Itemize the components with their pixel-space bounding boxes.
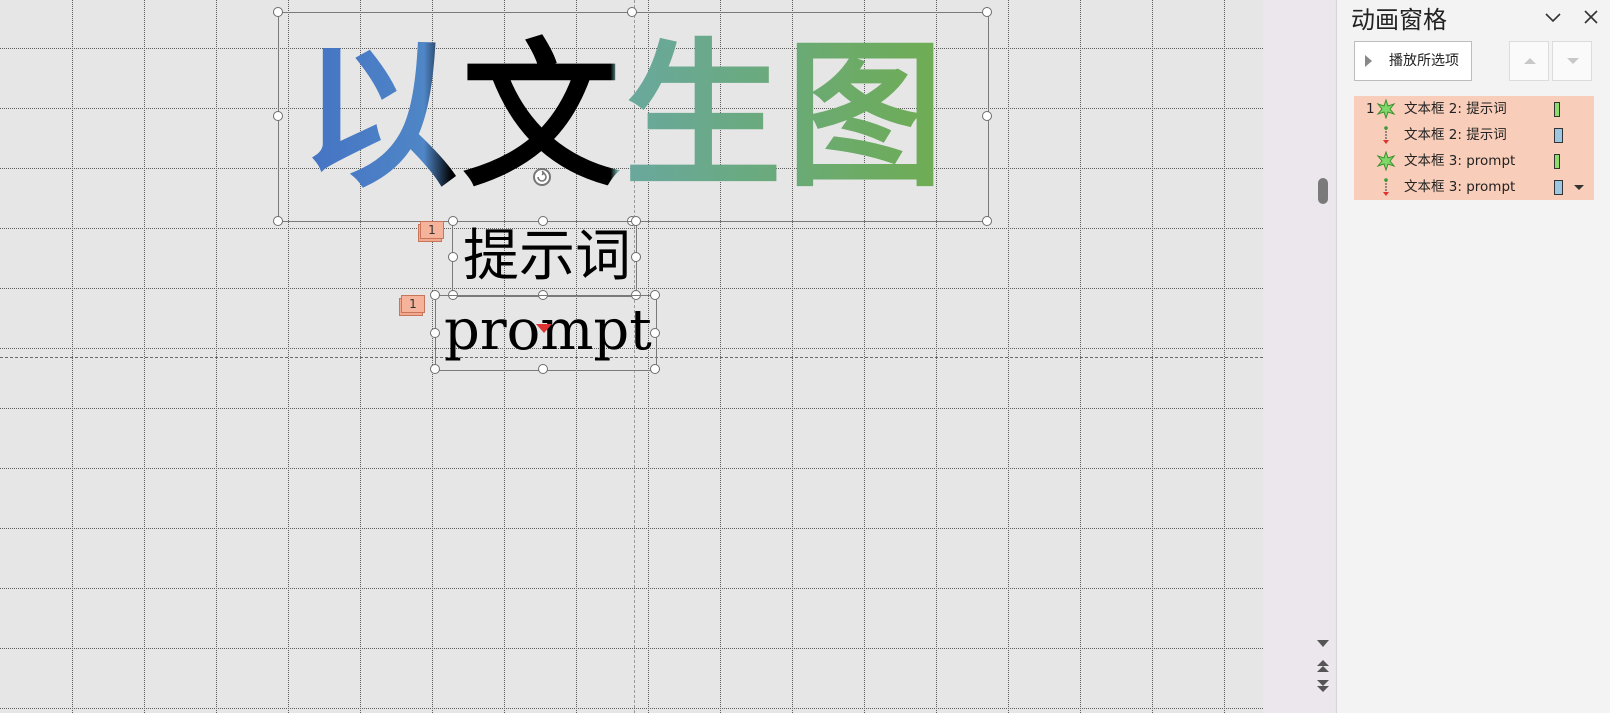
next-slide-icon[interactable] xyxy=(1317,680,1329,692)
grid-line-horizontal xyxy=(0,708,1263,709)
animation-item[interactable]: 文本框 3: prompt xyxy=(1354,174,1594,200)
grid-line-horizontal xyxy=(0,588,1263,589)
resize-handle[interactable] xyxy=(430,290,440,300)
resize-handle[interactable] xyxy=(430,328,440,338)
animation-sequence-tag[interactable]: 1 xyxy=(401,295,425,313)
previous-slide-icon[interactable] xyxy=(1317,660,1329,672)
grid-line-horizontal xyxy=(0,408,1263,409)
resize-handle[interactable] xyxy=(982,216,992,226)
motion-path-icon xyxy=(1383,178,1389,196)
prompt-cn-text[interactable]: 提示词 xyxy=(463,222,631,292)
resize-handle[interactable] xyxy=(982,7,992,17)
resize-handle[interactable] xyxy=(631,216,641,226)
timing-bar[interactable] xyxy=(1554,102,1560,117)
resize-handle[interactable] xyxy=(650,364,660,374)
resize-handle[interactable] xyxy=(538,216,548,226)
resize-handle[interactable] xyxy=(448,252,458,262)
resize-handle[interactable] xyxy=(430,364,440,374)
pane-gap xyxy=(1263,0,1313,713)
grid-line-horizontal xyxy=(0,468,1263,469)
resize-handle[interactable] xyxy=(650,290,660,300)
motion-path-icon xyxy=(1383,126,1389,144)
grid-line-horizontal xyxy=(0,528,1263,529)
rotate-icon xyxy=(537,170,547,182)
scrollbar-thumb[interactable] xyxy=(1318,178,1328,204)
grid-line-horizontal xyxy=(0,648,1263,649)
resize-handle[interactable] xyxy=(448,216,458,226)
resize-handle[interactable] xyxy=(982,111,992,121)
triangle-down-icon xyxy=(1567,58,1579,64)
resize-handle[interactable] xyxy=(627,7,637,17)
resize-handle[interactable] xyxy=(273,111,283,121)
slide-canvas-area[interactable]: 以文生图 提示词 1 prompt 1 xyxy=(0,0,1265,713)
star-burst-icon xyxy=(1376,151,1396,171)
animation-item[interactable]: 1 文本框 2: 提示词 xyxy=(1354,96,1594,122)
animation-list[interactable]: 1 文本框 2: 提示词 文本框 2: 提示词 文本框 3: prompt 文本… xyxy=(1354,96,1594,200)
move-up-button[interactable] xyxy=(1509,41,1549,81)
scroll-down-icon[interactable] xyxy=(1317,640,1329,647)
animation-pane: 动画窗格 播放所选项 1 文本框 2: 提示词 文本框 2: 提示词 文本框 3… xyxy=(1336,0,1610,713)
triangle-up-icon xyxy=(1524,58,1536,64)
rotate-handle[interactable] xyxy=(533,168,551,186)
animation-pane-title: 动画窗格 xyxy=(1351,6,1447,34)
star-burst-icon xyxy=(1376,99,1396,119)
vertical-scrollbar[interactable] xyxy=(1313,0,1335,713)
timing-bar[interactable] xyxy=(1554,154,1560,169)
play-icon xyxy=(1365,55,1372,67)
animation-item[interactable]: 文本框 2: 提示词 xyxy=(1354,122,1594,148)
play-selected-button[interactable]: 播放所选项 xyxy=(1354,41,1472,81)
resize-handle[interactable] xyxy=(273,7,283,17)
title-text[interactable]: 以文生图 xyxy=(300,22,990,212)
resize-handle[interactable] xyxy=(631,252,641,262)
resize-handle[interactable] xyxy=(273,216,283,226)
close-icon[interactable] xyxy=(1578,4,1604,30)
animation-item[interactable]: 文本框 3: prompt xyxy=(1354,148,1594,174)
timing-bar[interactable] xyxy=(1554,128,1563,143)
chevron-down-icon[interactable] xyxy=(1540,4,1566,30)
dropdown-arrow-icon[interactable] xyxy=(1574,185,1584,190)
motion-path-end-marker-icon xyxy=(536,324,552,333)
move-down-button[interactable] xyxy=(1552,41,1592,81)
resize-handle[interactable] xyxy=(538,364,548,374)
resize-handle[interactable] xyxy=(650,328,660,338)
timing-bar[interactable] xyxy=(1554,180,1563,195)
animation-sequence-tag[interactable]: 1 xyxy=(420,221,444,239)
